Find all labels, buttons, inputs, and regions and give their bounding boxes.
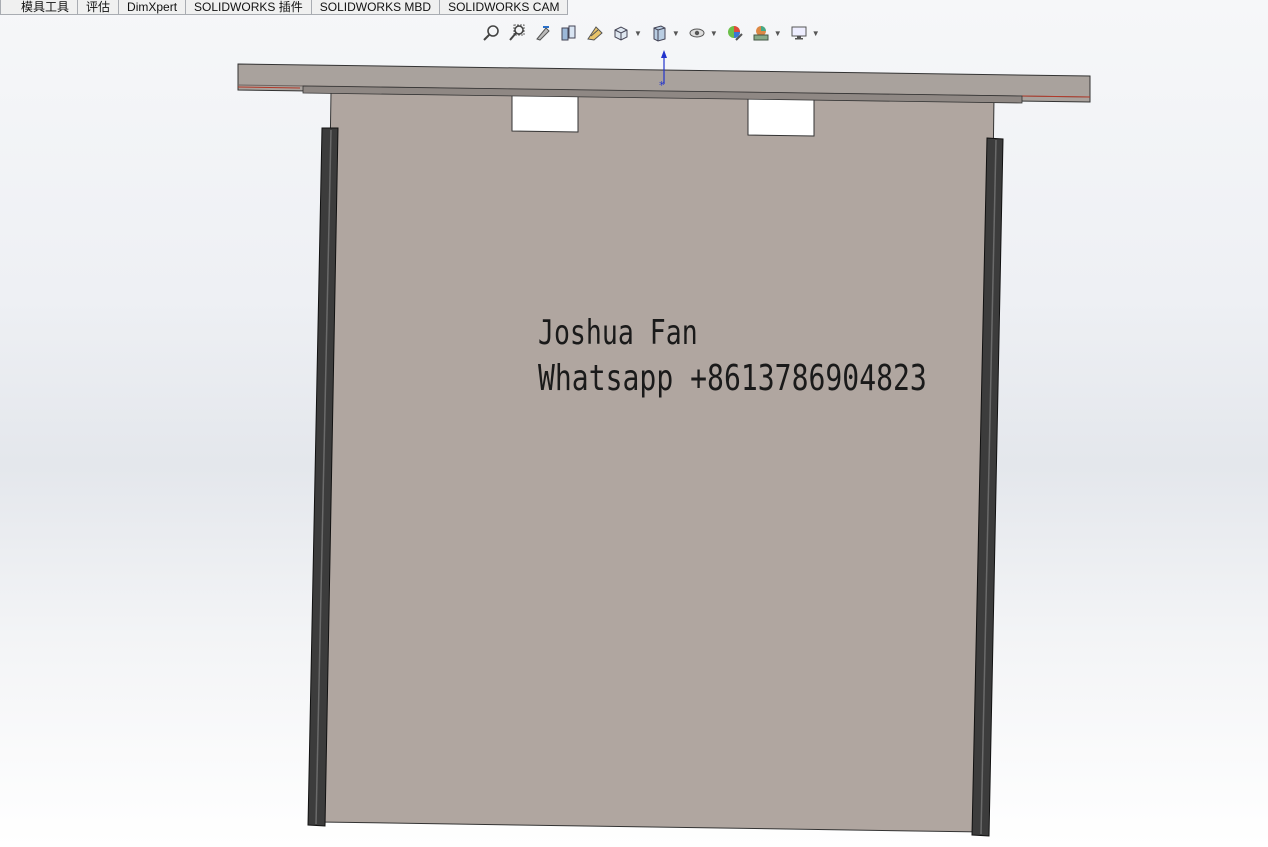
view-orientation-dropdown-icon[interactable]: ▼ — [634, 29, 642, 38]
edit-appearance-icon[interactable] — [724, 22, 746, 44]
graphics-area[interactable]: * — [0, 0, 1268, 847]
note-name: Joshua Fan — [538, 313, 698, 353]
apply-scene-dropdown-icon[interactable]: ▼ — [774, 29, 782, 38]
hide-show-dropdown-icon[interactable]: ▼ — [710, 29, 718, 38]
notch-left — [511, 94, 579, 133]
display-style-dropdown-icon[interactable]: ▼ — [672, 29, 680, 38]
command-manager-tabs: 模具工具 评估 DimXpert SOLIDWORKS 插件 SOLIDWORK… — [0, 0, 569, 16]
zoom-to-area-icon[interactable] — [506, 22, 528, 44]
notch-right — [747, 97, 815, 137]
tab-mold-tools[interactable]: 模具工具 — [0, 0, 79, 15]
tab-solidworks-cam[interactable]: SOLIDWORKS CAM — [439, 0, 569, 15]
view-settings-dropdown-icon[interactable]: ▼ — [812, 29, 820, 38]
apply-scene-icon[interactable] — [750, 22, 772, 44]
svg-text:*: * — [659, 79, 665, 92]
zoom-to-fit-icon[interactable] — [480, 22, 502, 44]
section-view-icon[interactable] — [558, 22, 580, 44]
view-orientation-icon[interactable] — [610, 22, 632, 44]
view-settings-icon[interactable] — [788, 22, 810, 44]
display-style-icon[interactable] — [648, 22, 670, 44]
note-phone: Whatsapp +8613786904823 — [538, 358, 927, 399]
sheet-plate[interactable] — [319, 91, 995, 833]
heads-up-view-toolbar: ▼ ▼ ▼ ▼ ▼ — [480, 22, 826, 44]
tab-solidworks-addins[interactable]: SOLIDWORKS 插件 — [185, 0, 312, 15]
tab-evaluate[interactable]: 评估 — [77, 0, 120, 15]
tab-dimxpert[interactable]: DimXpert — [118, 0, 187, 15]
dynamic-annotation-icon[interactable] — [584, 22, 606, 44]
previous-view-icon[interactable] — [532, 22, 554, 44]
hide-show-items-icon[interactable] — [686, 22, 708, 44]
tab-solidworks-mbd[interactable]: SOLIDWORKS MBD — [310, 0, 441, 15]
